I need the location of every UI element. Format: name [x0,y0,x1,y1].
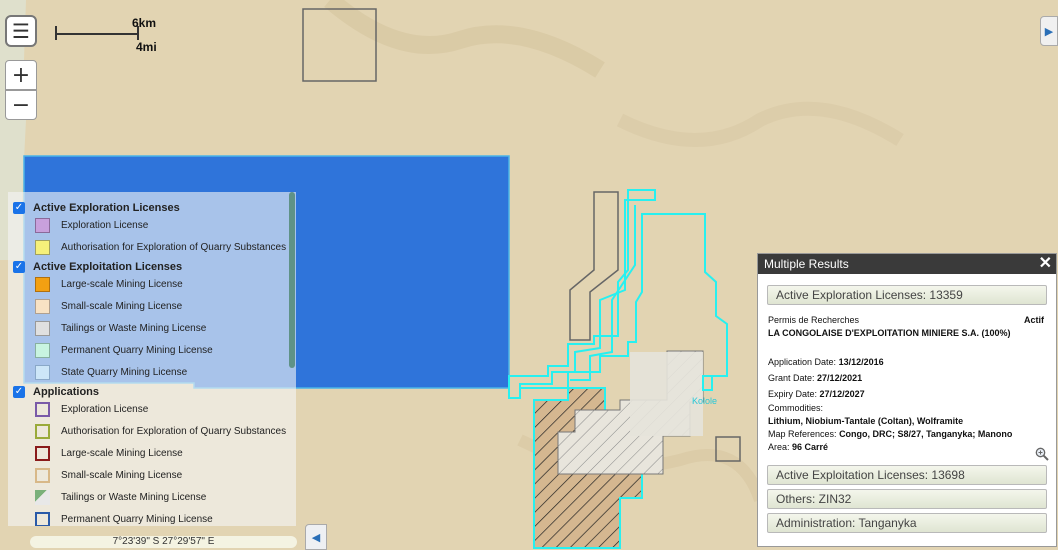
legend-group-label: Applications [33,386,100,398]
area-label: Area: [768,442,790,452]
legend-item: Permanent Quarry Mining License [35,343,213,358]
popup-title: Multiple Results [764,257,849,271]
area-row: Area: 96 Carré [768,442,828,452]
application-date-value: 13/12/2016 [838,357,884,367]
grant-date-label: Grant Date: [768,373,815,383]
scale-mi-label: 4mi [136,40,157,54]
expiry-date-value: 27/12/2027 [819,389,865,399]
legend-group-label: Active Exploration Licenses [33,202,180,214]
legend-swatch [35,240,50,255]
map-references-label: Map References: [768,429,837,439]
broken-image-icon [35,490,50,505]
legend-swatch [35,299,50,314]
legend-swatch [35,468,50,483]
collapse-legend-icon[interactable]: ◀ [305,524,327,550]
legend-item: Authorisation for Exploration of Quarry … [35,424,286,439]
legend-item: Large-scale Mining License [35,446,183,461]
legend-item-label: Exploration License [61,220,149,231]
result-button-exploitation[interactable]: Active Exploitation Licenses: 13698 [767,465,1047,485]
license-type: Permis de Recherches [768,315,860,325]
legend-item-label: Permanent Quarry Mining License [61,345,213,356]
expiry-date-label: Expiry Date: [768,389,818,399]
result-button-administration[interactable]: Administration: Tanganyka [767,513,1047,533]
zoom-out-button[interactable]: − [5,90,37,120]
legend-item-label: Small-scale Mining License [61,301,183,312]
legend-item-label: Authorisation for Exploration of Quarry … [61,426,287,437]
legend-item: Small-scale Mining License [35,299,182,314]
application-date-row: Application Date: 13/12/2016 [768,357,884,367]
legend-item-label: Large-scale Mining License [61,448,183,459]
legend-item: Large-scale Mining License [35,277,183,292]
popup-header: Multiple Results ✕ [758,254,1056,274]
legend-item: Exploration License [35,218,148,233]
legend-item-label: Small-scale Mining License [61,470,183,481]
checkbox-icon[interactable]: ✓ [13,202,25,214]
legend-item: Tailings or Waste Mining License [35,490,206,505]
legend-item: Permanent Quarry Mining License [35,512,213,526]
legend-swatch [35,218,50,233]
license-holder: LA CONGOLAISE D'EXPLOITATION MINIERE S.A… [768,328,1011,338]
checkbox-icon[interactable]: ✓ [13,261,25,273]
legend-group-active-exploitation[interactable]: ✓ Active Exploitation Licenses [13,261,182,273]
legend-item: Authorisation for Exploration of Quarry … [35,240,286,255]
scale-km-label: 6km [132,16,157,30]
legend-item: Exploration License [35,402,148,417]
legend-group-applications[interactable]: ✓ Applications [13,386,99,398]
legend-item-label: Exploration License [61,404,149,415]
legend-item: Tailings or Waste Mining License [35,321,206,336]
commodities-value: Lithium, Niobium-Tantale (Coltan), Wolfr… [768,416,964,426]
legend-swatch [35,343,50,358]
legend-item-label: Authorisation for Exploration of Quarry … [61,242,287,253]
legend-item-label: Tailings or Waste Mining License [61,323,207,334]
cursor-coordinates: 7°23'39" S 27°29'57" E [30,536,297,548]
legend-swatch [35,365,50,380]
legend-item-label: State Quarry Mining License [61,367,188,378]
license-status: Actif [1024,315,1044,325]
legend-swatch [35,424,50,439]
tailings-polygon-highlight-solid [630,352,703,436]
legend-swatch [35,321,50,336]
legend-panel: ✓ Active Exploration Licenses Exploratio… [8,192,296,526]
zoom-to-icon[interactable] [1035,447,1049,461]
map-references-value: Congo, DRC; S8/27, Tanganyka; Manono [839,429,1013,439]
commodities-label: Commodities: [768,403,824,413]
legend-swatch [35,277,50,292]
legend-swatch [35,446,50,461]
zoom-in-button[interactable]: + [5,60,37,90]
legend-item-label: Large-scale Mining License [61,279,183,290]
legend-item: State Quarry Mining License [35,365,187,380]
legend-swatch [35,512,50,526]
application-date-label: Application Date: [768,357,837,367]
village-label: Kolole [692,396,717,406]
scale-bar: 6km 4mi [52,16,172,56]
checkbox-icon[interactable]: ✓ [13,386,25,398]
legend-group-active-exploration[interactable]: ✓ Active Exploration Licenses [13,202,180,214]
result-button-others[interactable]: Others: ZIN32 [767,489,1047,509]
result-button-exploration[interactable]: Active Exploration Licenses: 13359 [767,285,1047,305]
area-value: 96 Carré [792,442,829,452]
results-popup: Multiple Results ✕ Active Exploration Li… [757,253,1057,547]
grant-date-value: 27/12/2021 [817,373,863,383]
menu-icon[interactable]: ☰ [5,15,37,47]
legend-item-label: Tailings or Waste Mining License [61,492,207,503]
legend-swatch [35,402,50,417]
legend-group-label: Active Exploitation Licenses [33,261,183,273]
map-references-row: Map References: Congo, DRC; S8/27, Tanga… [768,429,1012,439]
legend-scrollbar[interactable] [289,192,295,368]
close-icon[interactable]: ✕ [1039,254,1052,274]
legend-item: Small-scale Mining License [35,468,182,483]
grant-date-row: Grant Date: 27/12/2021 [768,373,862,383]
expand-panel-icon[interactable]: ▶ [1040,16,1058,46]
expiry-date-row: Expiry Date: 27/12/2027 [768,389,865,399]
legend-item-label: Permanent Quarry Mining License [61,514,213,525]
